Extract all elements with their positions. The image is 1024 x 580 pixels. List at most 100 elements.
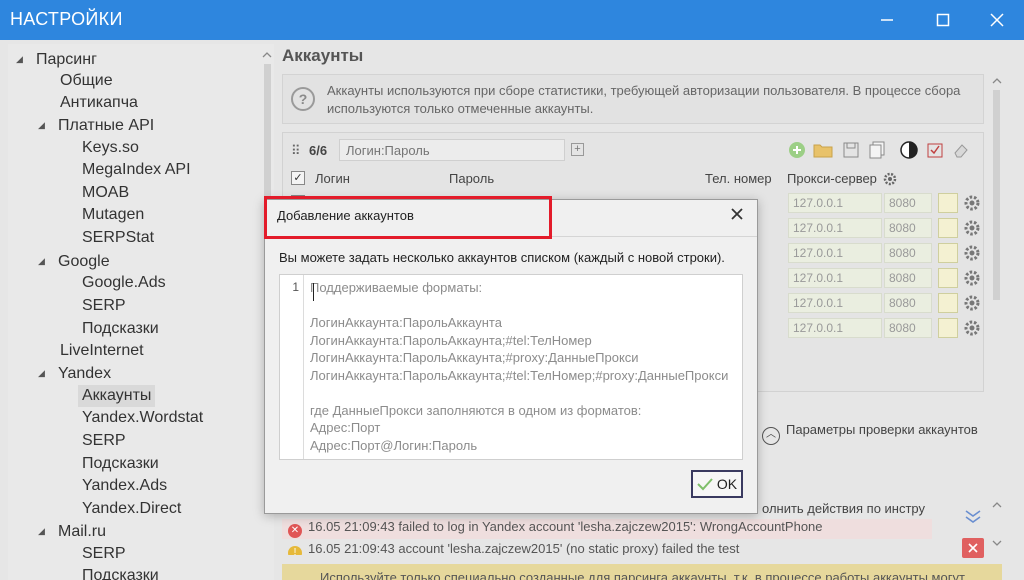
tree-item-mutagen[interactable]: Mutagen <box>82 204 144 226</box>
tree-item-google[interactable]: ◢ Google <box>38 250 110 272</box>
row-gear-icon[interactable] <box>962 268 982 288</box>
tree-item-mail-suggest[interactable]: Подсказки <box>82 565 159 580</box>
tree-item-label: Mutagen <box>82 206 145 223</box>
maximize-icon[interactable] <box>928 6 958 34</box>
log-time: 16.05 21:09:43 <box>308 541 395 555</box>
tree-item-parsing[interactable]: ◢ Парсинг <box>16 48 97 70</box>
proxy-host[interactable]: 127.0.0.1 <box>788 318 882 338</box>
tree-item-label: SERP <box>82 297 126 314</box>
scroll-down-log-icon[interactable] <box>962 506 984 526</box>
proxy-list-icon[interactable] <box>938 193 958 213</box>
question-icon: ? <box>291 87 315 111</box>
proxy-list-icon[interactable] <box>938 218 958 238</box>
row-gear-icon[interactable] <box>962 243 982 263</box>
scroll-up-icon[interactable] <box>262 50 272 60</box>
chevron-up-icon: ︿ <box>762 427 780 445</box>
proxy-list-icon[interactable] <box>938 318 958 338</box>
tree-item-keys-so[interactable]: Keys.so <box>82 137 139 159</box>
tree-item-mail-ru[interactable]: ◢ Mail.ru <box>38 520 106 542</box>
row-gear-icon[interactable] <box>962 293 982 313</box>
tree-item-moab[interactable]: MOAB <box>82 182 129 204</box>
open-folder-icon[interactable] <box>813 140 833 160</box>
log-text: account 'lesha.zajczew2015' (no static p… <box>398 541 740 555</box>
select-all-checkbox[interactable]: ✓ <box>291 171 305 185</box>
log-scroll-down-icon[interactable] <box>992 538 1002 548</box>
main-scroll-up-icon[interactable] <box>992 76 1002 86</box>
proxy-port[interactable]: 8080 <box>884 193 932 213</box>
error-icon: ✕ <box>288 524 302 538</box>
tree-item-serpstat[interactable]: SERPStat <box>82 227 154 249</box>
tree-item-paid-api[interactable]: ◢ Платные API <box>38 114 154 136</box>
proxy-list-icon[interactable] <box>938 243 958 263</box>
tree-item-google-suggest[interactable]: Подсказки <box>82 318 159 340</box>
row-gear-icon[interactable] <box>962 218 982 238</box>
tree-item-label: Аккаунты <box>82 387 152 404</box>
info-text: Аккаунты используются при сборе статисти… <box>327 83 961 116</box>
accounts-filter-input[interactable] <box>339 139 565 161</box>
proxy-list-icon[interactable] <box>938 268 958 288</box>
log-scroll-up-icon[interactable] <box>992 500 1002 510</box>
expand-arrow-icon[interactable]: ◢ <box>38 114 50 136</box>
expand-arrow-icon[interactable]: ◢ <box>16 48 28 70</box>
clear-log-icon[interactable] <box>962 538 984 558</box>
tree-item-yandex-ads[interactable]: Yandex.Ads <box>82 475 167 497</box>
add-account-icon[interactable] <box>787 140 807 160</box>
tree-item-yandex-suggest[interactable]: Подсказки <box>82 453 159 475</box>
proxy-port[interactable]: 8080 <box>884 318 932 338</box>
contrast-icon[interactable] <box>899 140 919 160</box>
row-gear-icon[interactable] <box>962 193 982 213</box>
proxy-port[interactable]: 8080 <box>884 293 932 313</box>
accounts-textarea[interactable]: 1 Поддерживаемые форматы: ЛогинАккаунта:… <box>279 274 743 460</box>
proxy-row: 127.0.0.1 8080 <box>788 218 988 240</box>
tree-item-yandex-serp[interactable]: SERP <box>82 430 126 452</box>
tree-item-google-ads[interactable]: Google.Ads <box>82 272 166 294</box>
row-gear-icon[interactable] <box>962 318 982 338</box>
main-scrollbar-thumb[interactable] <box>993 90 1000 300</box>
check-params-toggle[interactable]: ︿ Параметры проверки аккаунтов <box>762 422 978 445</box>
tree-item-yandex-direct[interactable]: Yandex.Direct <box>82 498 181 520</box>
expand-arrow-icon[interactable]: ◢ <box>38 362 50 384</box>
dialog-close-icon[interactable] <box>727 204 747 224</box>
proxy-host[interactable]: 127.0.0.1 <box>788 293 882 313</box>
close-icon[interactable] <box>982 6 1012 34</box>
expand-arrow-icon[interactable]: ◢ <box>38 250 50 272</box>
minimize-icon[interactable] <box>872 6 902 34</box>
tree-item-yandex[interactable]: ◢ Yandex <box>38 362 111 384</box>
tree-item-label: Google <box>58 253 110 270</box>
copy-icon[interactable] <box>867 140 887 160</box>
expand-arrow-icon[interactable]: ◢ <box>38 520 50 542</box>
proxy-settings-gear-icon[interactable] <box>883 172 897 186</box>
proxy-host[interactable]: 127.0.0.1 <box>788 193 882 213</box>
window-title: НАСТРОЙКИ <box>10 9 123 29</box>
drag-handle-icon[interactable]: ⠿ <box>291 143 301 159</box>
add-accounts-dialog: Добавление аккаунтов Вы можете задать не… <box>264 199 758 514</box>
tree-item-label: Yandex.Direct <box>82 500 182 517</box>
save-icon[interactable] <box>841 140 861 160</box>
tree-item-yandex-accounts[interactable]: Аккаунты <box>78 385 156 407</box>
tree-item-general[interactable]: Общие <box>60 70 113 92</box>
check-accounts-icon[interactable] <box>925 140 945 160</box>
tree-item-liveinternet[interactable]: LiveInternet <box>60 340 144 362</box>
column-phone: Тел. номер <box>705 171 772 186</box>
dialog-divider <box>265 236 757 237</box>
add-row-icon[interactable]: + <box>571 143 584 156</box>
accounts-count: 6/6 <box>309 143 328 158</box>
bottom-warning: Используйте только специально созданные … <box>282 564 1002 580</box>
proxy-host[interactable]: 127.0.0.1 <box>788 218 882 238</box>
eraser-icon[interactable] <box>951 140 971 160</box>
proxy-port[interactable]: 8080 <box>884 218 932 238</box>
proxy-host[interactable]: 127.0.0.1 <box>788 268 882 288</box>
text-cursor-icon <box>313 283 319 301</box>
tree-item-mail-serp[interactable]: SERP <box>82 543 126 565</box>
proxy-port[interactable]: 8080 <box>884 243 932 263</box>
tree-item-megaindex-api[interactable]: MegaIndex API <box>82 159 191 181</box>
ok-button[interactable]: OK <box>691 470 743 498</box>
proxy-port[interactable]: 8080 <box>884 268 932 288</box>
log-entry: ! 16.05 21:09:43 account 'lesha.zajczew20… <box>282 541 932 555</box>
tree-item-google-serp[interactable]: SERP <box>82 295 126 317</box>
log-text: failed to log in Yandex account 'lesha.z… <box>398 519 823 534</box>
tree-item-anticaptcha[interactable]: Антикапча <box>60 92 138 114</box>
proxy-host[interactable]: 127.0.0.1 <box>788 243 882 263</box>
proxy-list-icon[interactable] <box>938 293 958 313</box>
tree-item-yandex-wordstat[interactable]: Yandex.Wordstat <box>82 407 203 429</box>
